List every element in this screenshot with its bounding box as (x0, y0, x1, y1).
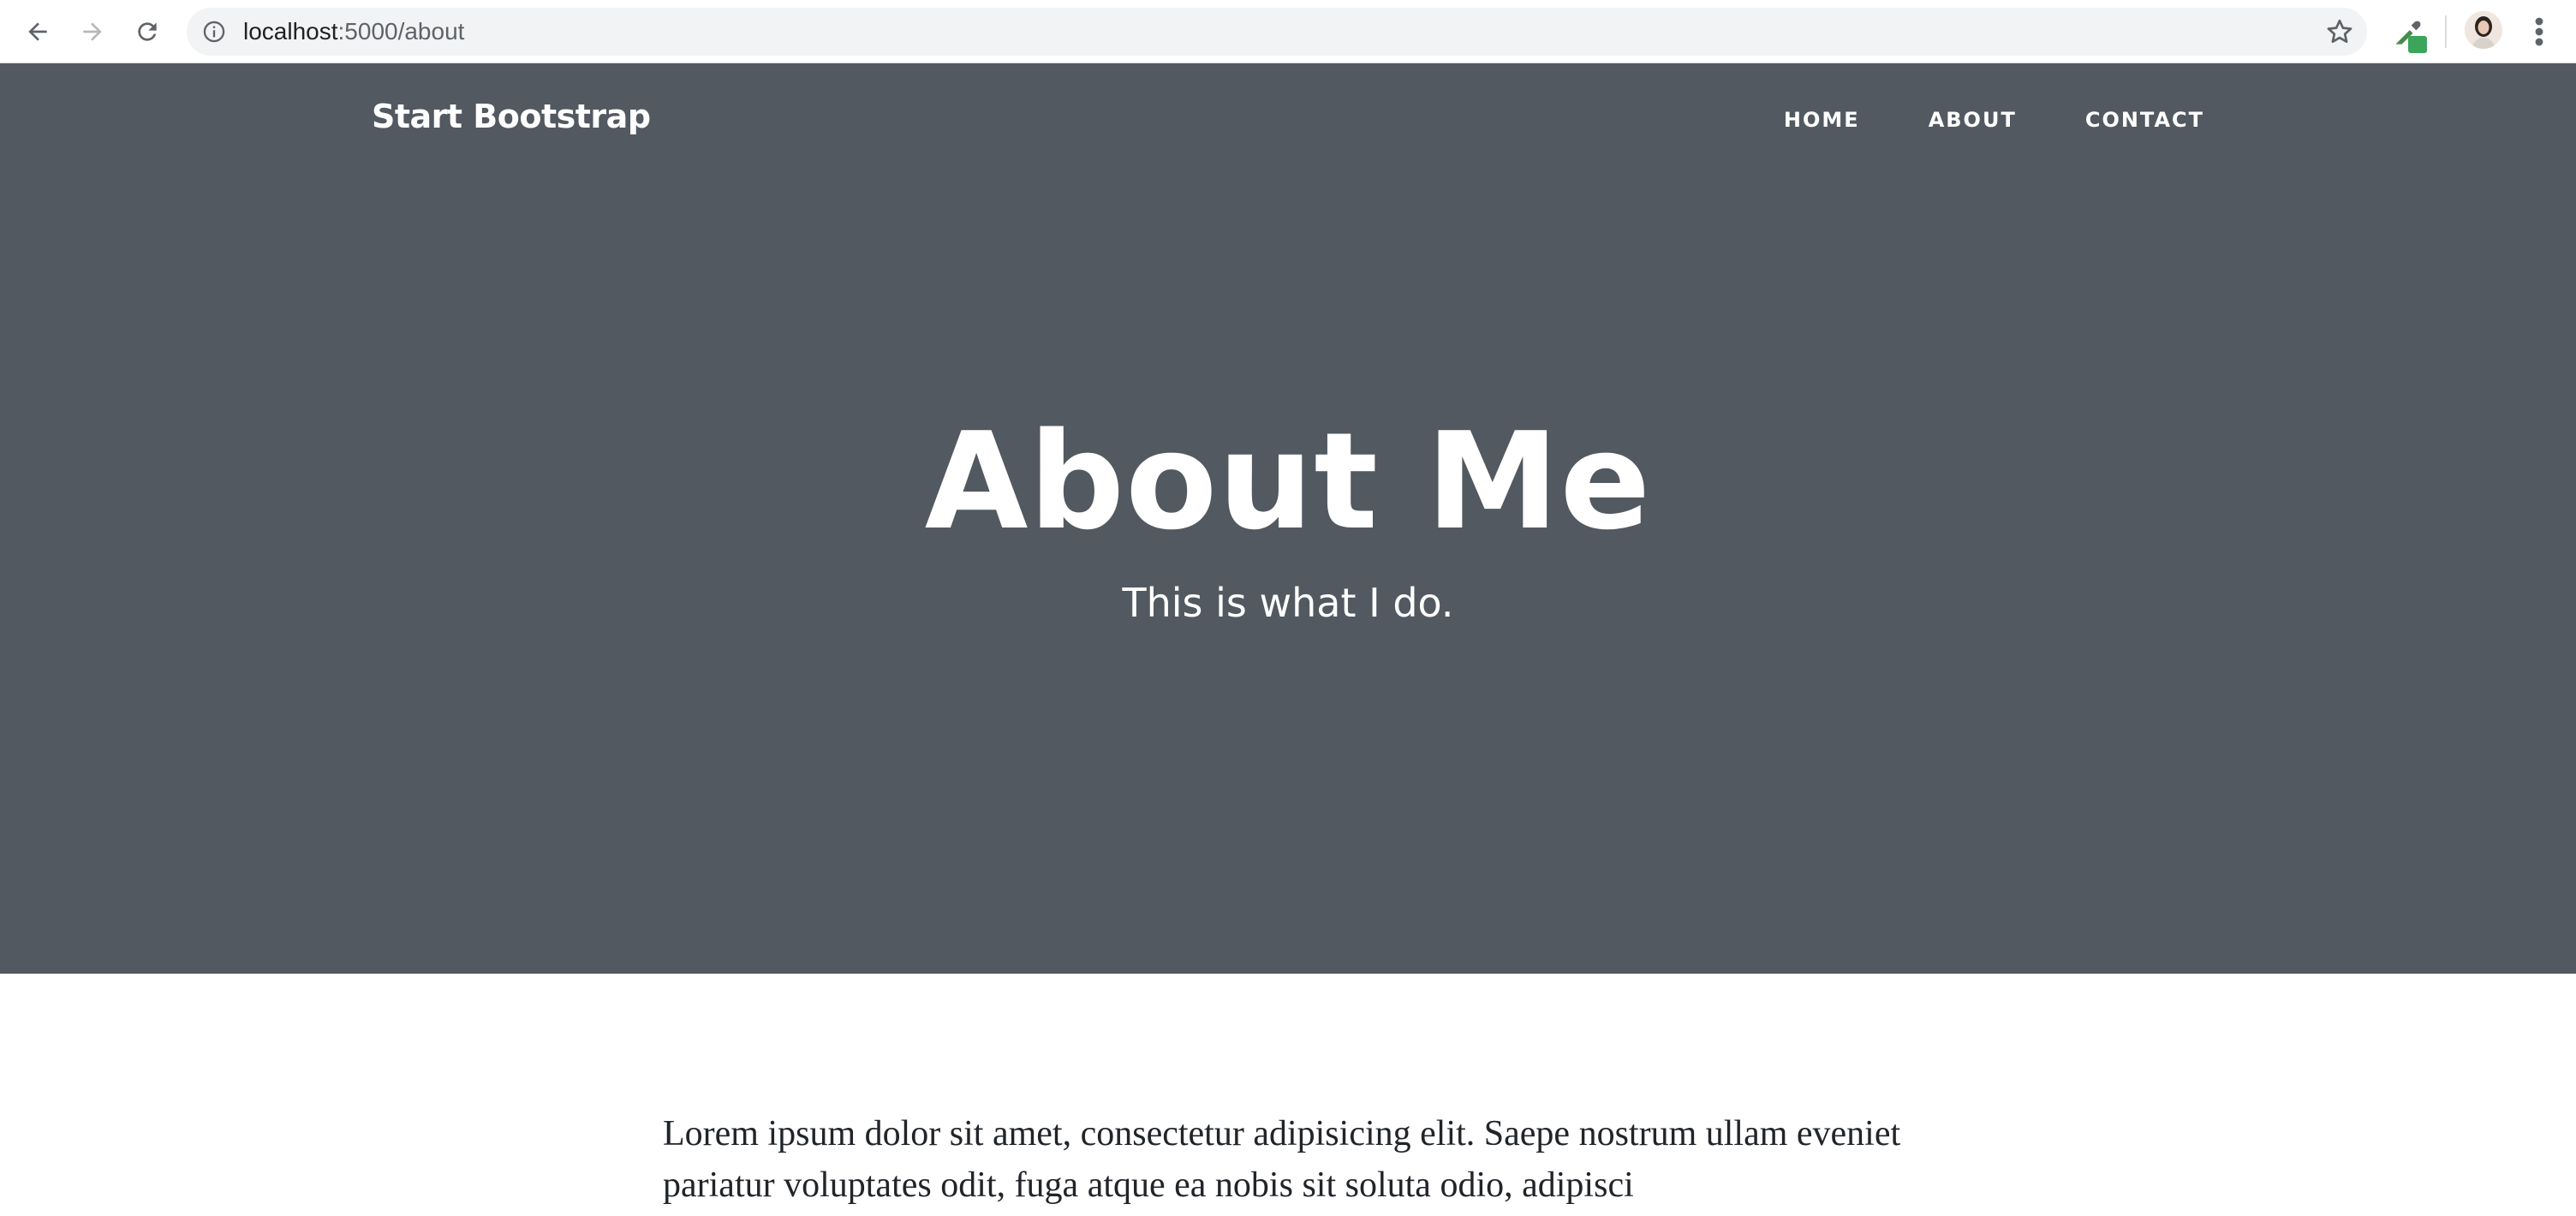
url-path: :5000/about (337, 18, 465, 45)
browser-toolbar: localhost:5000/about (0, 0, 2576, 63)
toolbar-divider (2445, 15, 2447, 48)
main-nav: HOME ABOUT CONTACT (1784, 108, 2204, 132)
info-icon[interactable] (202, 20, 226, 44)
content-paragraph: Lorem ipsum dolor sit amet, consectetur … (663, 1114, 1901, 1205)
masthead: Start Bootstrap HOME ABOUT CONTACT About… (0, 63, 2576, 974)
page-subtitle: This is what I do. (1122, 580, 1454, 626)
address-bar[interactable]: localhost:5000/about (187, 8, 2367, 56)
url-text[interactable]: localhost:5000/about (243, 8, 464, 56)
reload-icon (138, 22, 157, 41)
nav-link-about[interactable]: ABOUT (1929, 108, 2017, 132)
navbar-brand[interactable]: Start Bootstrap (372, 98, 651, 135)
profile-icon (2465, 11, 2502, 49)
reload-button[interactable] (127, 11, 168, 52)
arrow-left-icon (28, 22, 47, 41)
extension-badge (2408, 36, 2427, 53)
more-vert-icon[interactable] (2526, 11, 2552, 52)
nav-link-home[interactable]: HOME (1784, 108, 1860, 132)
avatar[interactable] (2465, 11, 2502, 49)
forward-button[interactable] (72, 11, 113, 52)
arrow-right-icon (83, 22, 102, 41)
url-host: localhost (243, 18, 338, 45)
page-title: About Me (924, 403, 1652, 559)
star-icon[interactable] (2324, 16, 2355, 47)
back-button[interactable] (17, 11, 58, 52)
nav-link-contact[interactable]: CONTACT (2085, 108, 2204, 132)
